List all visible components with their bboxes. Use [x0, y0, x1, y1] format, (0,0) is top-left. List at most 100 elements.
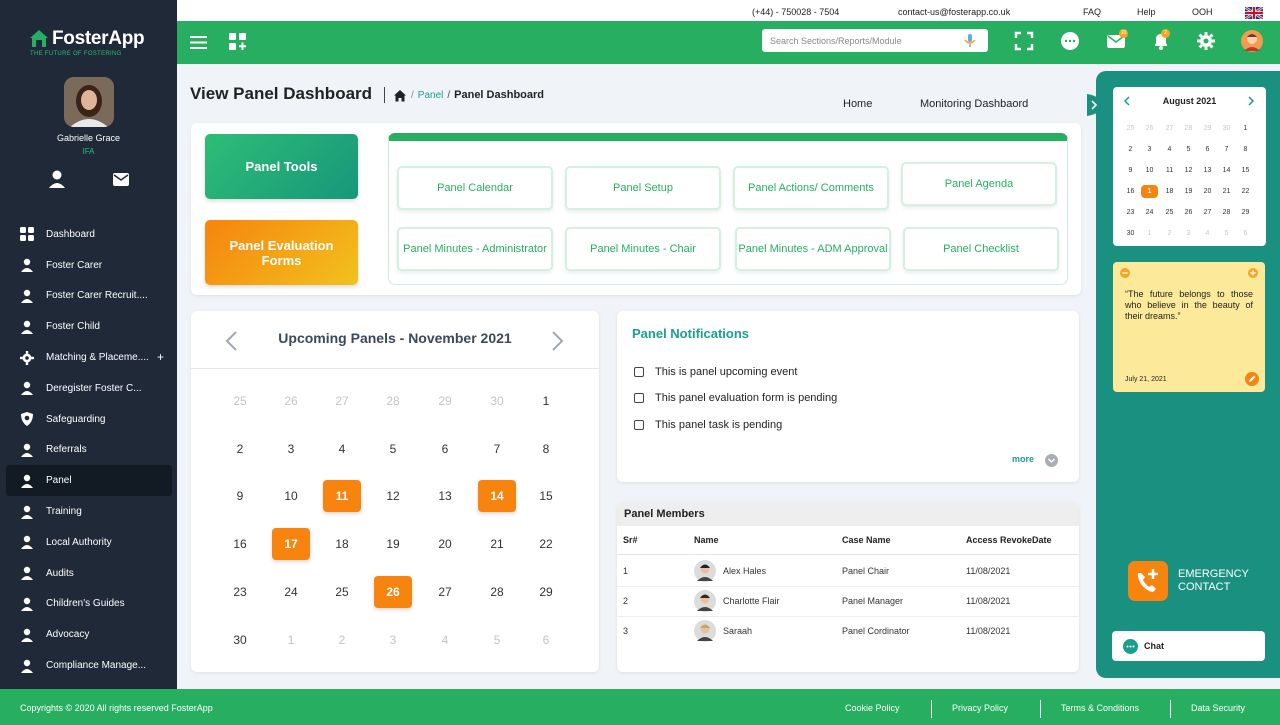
next-month-chevron-icon[interactable]: [551, 330, 565, 352]
calendar-day[interactable]: 19: [374, 528, 412, 560]
calendar-day[interactable]: 5: [374, 433, 412, 465]
sidebar-item-recruit-search[interactable]: Foster Carer Recruit....: [6, 281, 172, 312]
calendar-day[interactable]: 1: [272, 624, 310, 656]
more-link[interactable]: more: [1012, 454, 1034, 464]
mini-calendar-day[interactable]: 30: [1218, 122, 1235, 135]
mini-calendar-day[interactable]: 26: [1180, 206, 1197, 219]
mini-calendar-day[interactable]: 30: [1122, 227, 1139, 240]
contact-email[interactable]: contact-us@fosterapp.co.uk: [898, 7, 1010, 17]
mini-calendar-day[interactable]: 20: [1199, 185, 1216, 198]
mini-calendar-day[interactable]: 4: [1199, 227, 1216, 240]
calendar-day[interactable]: 29: [527, 576, 565, 608]
voice-search-icon[interactable]: [962, 33, 978, 48]
calendar-day[interactable]: 18: [323, 528, 361, 560]
panel-checklist-button[interactable]: Panel Checklist: [903, 227, 1059, 271]
calendar-panel-day[interactable]: 26: [374, 576, 412, 608]
sidebar-item-compliance[interactable]: Compliance Manage...: [6, 650, 172, 681]
calendar-day[interactable]: 26: [272, 385, 310, 417]
mini-calendar-day[interactable]: 4: [1161, 143, 1178, 156]
mini-calendar-day[interactable]: 25: [1122, 122, 1139, 135]
calendar-day[interactable]: 28: [478, 576, 516, 608]
calendar-panel-day[interactable]: 17: [272, 528, 310, 560]
mini-calendar-day[interactable]: 28: [1218, 206, 1235, 219]
calendar-panel-day[interactable]: 11: [323, 480, 361, 512]
calendar-day[interactable]: 7: [478, 433, 516, 465]
panel-minutes-chair-button[interactable]: Panel Minutes - Chair: [565, 227, 721, 271]
user-avatar-icon[interactable]: [1241, 30, 1263, 52]
calendar-panel-day[interactable]: 14: [478, 480, 516, 512]
hamburger-menu-icon[interactable]: [190, 36, 207, 49]
mini-calendar-day[interactable]: 16: [1122, 185, 1139, 198]
calendar-day[interactable]: 15: [527, 480, 565, 512]
mini-calendar-day[interactable]: 1: [1141, 227, 1158, 240]
mini-calendar-day[interactable]: 10: [1141, 164, 1158, 177]
data-security-link[interactable]: Data Security: [1191, 703, 1245, 713]
mini-calendar-day[interactable]: 12: [1180, 164, 1197, 177]
notification-item[interactable]: This panel task is pending: [634, 419, 782, 431]
emergency-phone-icon[interactable]: [1128, 561, 1168, 601]
member-name[interactable]: Saraah: [723, 626, 752, 636]
mini-calendar-day[interactable]: 27: [1161, 122, 1178, 135]
terms-link[interactable]: Terms & Conditions: [1061, 703, 1139, 713]
calendar-day[interactable]: 10: [272, 480, 310, 512]
home-link[interactable]: Home: [843, 98, 872, 110]
mini-calendar-day[interactable]: 29: [1199, 122, 1216, 135]
panel-minutes-adm-approval-button[interactable]: Panel Minutes - ADM Approval: [735, 227, 891, 271]
cookie-policy-link[interactable]: Cookie Policy: [845, 703, 900, 713]
panel-minutes-administrator-button[interactable]: Panel Minutes - Administrator: [397, 227, 553, 271]
calendar-day[interactable]: 27: [426, 576, 464, 608]
calendar-day[interactable]: 2: [221, 433, 259, 465]
sidebar-item-shield[interactable]: Safeguarding: [6, 404, 172, 435]
mini-calendar-day[interactable]: 2: [1122, 143, 1139, 156]
sidebar-item-dashboard[interactable]: Dashboard: [6, 219, 172, 250]
calendar-day[interactable]: 29: [426, 385, 464, 417]
emergency-contact-label[interactable]: EMERGENCY CONTACT: [1178, 568, 1258, 594]
sidebar-item-audits[interactable]: Audits: [6, 558, 172, 589]
member-name[interactable]: Alex Hales: [723, 566, 766, 576]
more-chevron-icon[interactable]: [1045, 454, 1058, 467]
panel-tools-button[interactable]: Panel Tools: [205, 134, 358, 199]
expand-plus-icon[interactable]: +: [157, 350, 164, 364]
mini-calendar-day[interactable]: 11: [1161, 164, 1178, 177]
calendar-day[interactable]: 27: [323, 385, 361, 417]
calendar-day[interactable]: 1: [527, 385, 565, 417]
sidebar-item-foster-carer[interactable]: Foster Carer: [6, 250, 172, 281]
calendar-day[interactable]: 5: [478, 624, 516, 656]
mini-calendar-day[interactable]: 18: [1161, 185, 1178, 198]
mini-calendar-day[interactable]: 1: [1237, 122, 1254, 135]
mini-calendar-day[interactable]: 3: [1141, 143, 1158, 156]
calendar-day[interactable]: 12: [374, 480, 412, 512]
sidebar-item-guides[interactable]: Children's Guides: [6, 589, 172, 620]
calendar-day[interactable]: 30: [478, 385, 516, 417]
calendar-day[interactable]: 16: [221, 528, 259, 560]
chat-button[interactable]: Chat: [1112, 631, 1265, 661]
mini-calendar-day[interactable]: 28: [1180, 122, 1197, 135]
mini-calendar-day[interactable]: 3: [1180, 227, 1197, 240]
search-input[interactable]: Search Sections/Reports/Module: [762, 29, 988, 52]
mini-calendar-day[interactable]: 24: [1141, 206, 1158, 219]
mini-calendar-day[interactable]: 27: [1199, 206, 1216, 219]
settings-gear-icon[interactable]: [1196, 31, 1216, 51]
edit-note-icon[interactable]: [1245, 372, 1259, 386]
mini-calendar-day[interactable]: 6: [1237, 227, 1254, 240]
calendar-day[interactable]: 6: [527, 624, 565, 656]
chat-bubble-icon[interactable]: [1060, 31, 1080, 51]
calendar-day[interactable]: 28: [374, 385, 412, 417]
add-widget-icon[interactable]: [229, 33, 246, 50]
logo[interactable]: FosterApp THE FUTURE OF FOSTERING: [28, 28, 158, 62]
profile-avatar[interactable]: [64, 77, 114, 127]
calendar-day[interactable]: 22: [527, 528, 565, 560]
sidebar-item-deregister[interactable]: Deregister Foster C...: [6, 373, 172, 404]
ooh-link[interactable]: OOH: [1192, 7, 1213, 17]
monitoring-dashboard-link[interactable]: Monitoring Dashbaord: [920, 98, 1028, 110]
calendar-day[interactable]: 24: [272, 576, 310, 608]
panel-agenda-button[interactable]: Panel Agenda: [901, 162, 1057, 206]
calendar-day[interactable]: 2: [323, 624, 361, 656]
mini-calendar-day[interactable]: 25: [1161, 206, 1178, 219]
note-minus-icon[interactable]: [1120, 268, 1130, 278]
sidebar-item-foster-child[interactable]: Foster Child: [6, 311, 172, 342]
uk-flag-icon[interactable]: [1245, 7, 1263, 19]
sidebar-item-panel[interactable]: Panel: [6, 465, 172, 497]
home-icon[interactable]: [393, 89, 407, 102]
user-profile-icon[interactable]: [49, 170, 65, 188]
